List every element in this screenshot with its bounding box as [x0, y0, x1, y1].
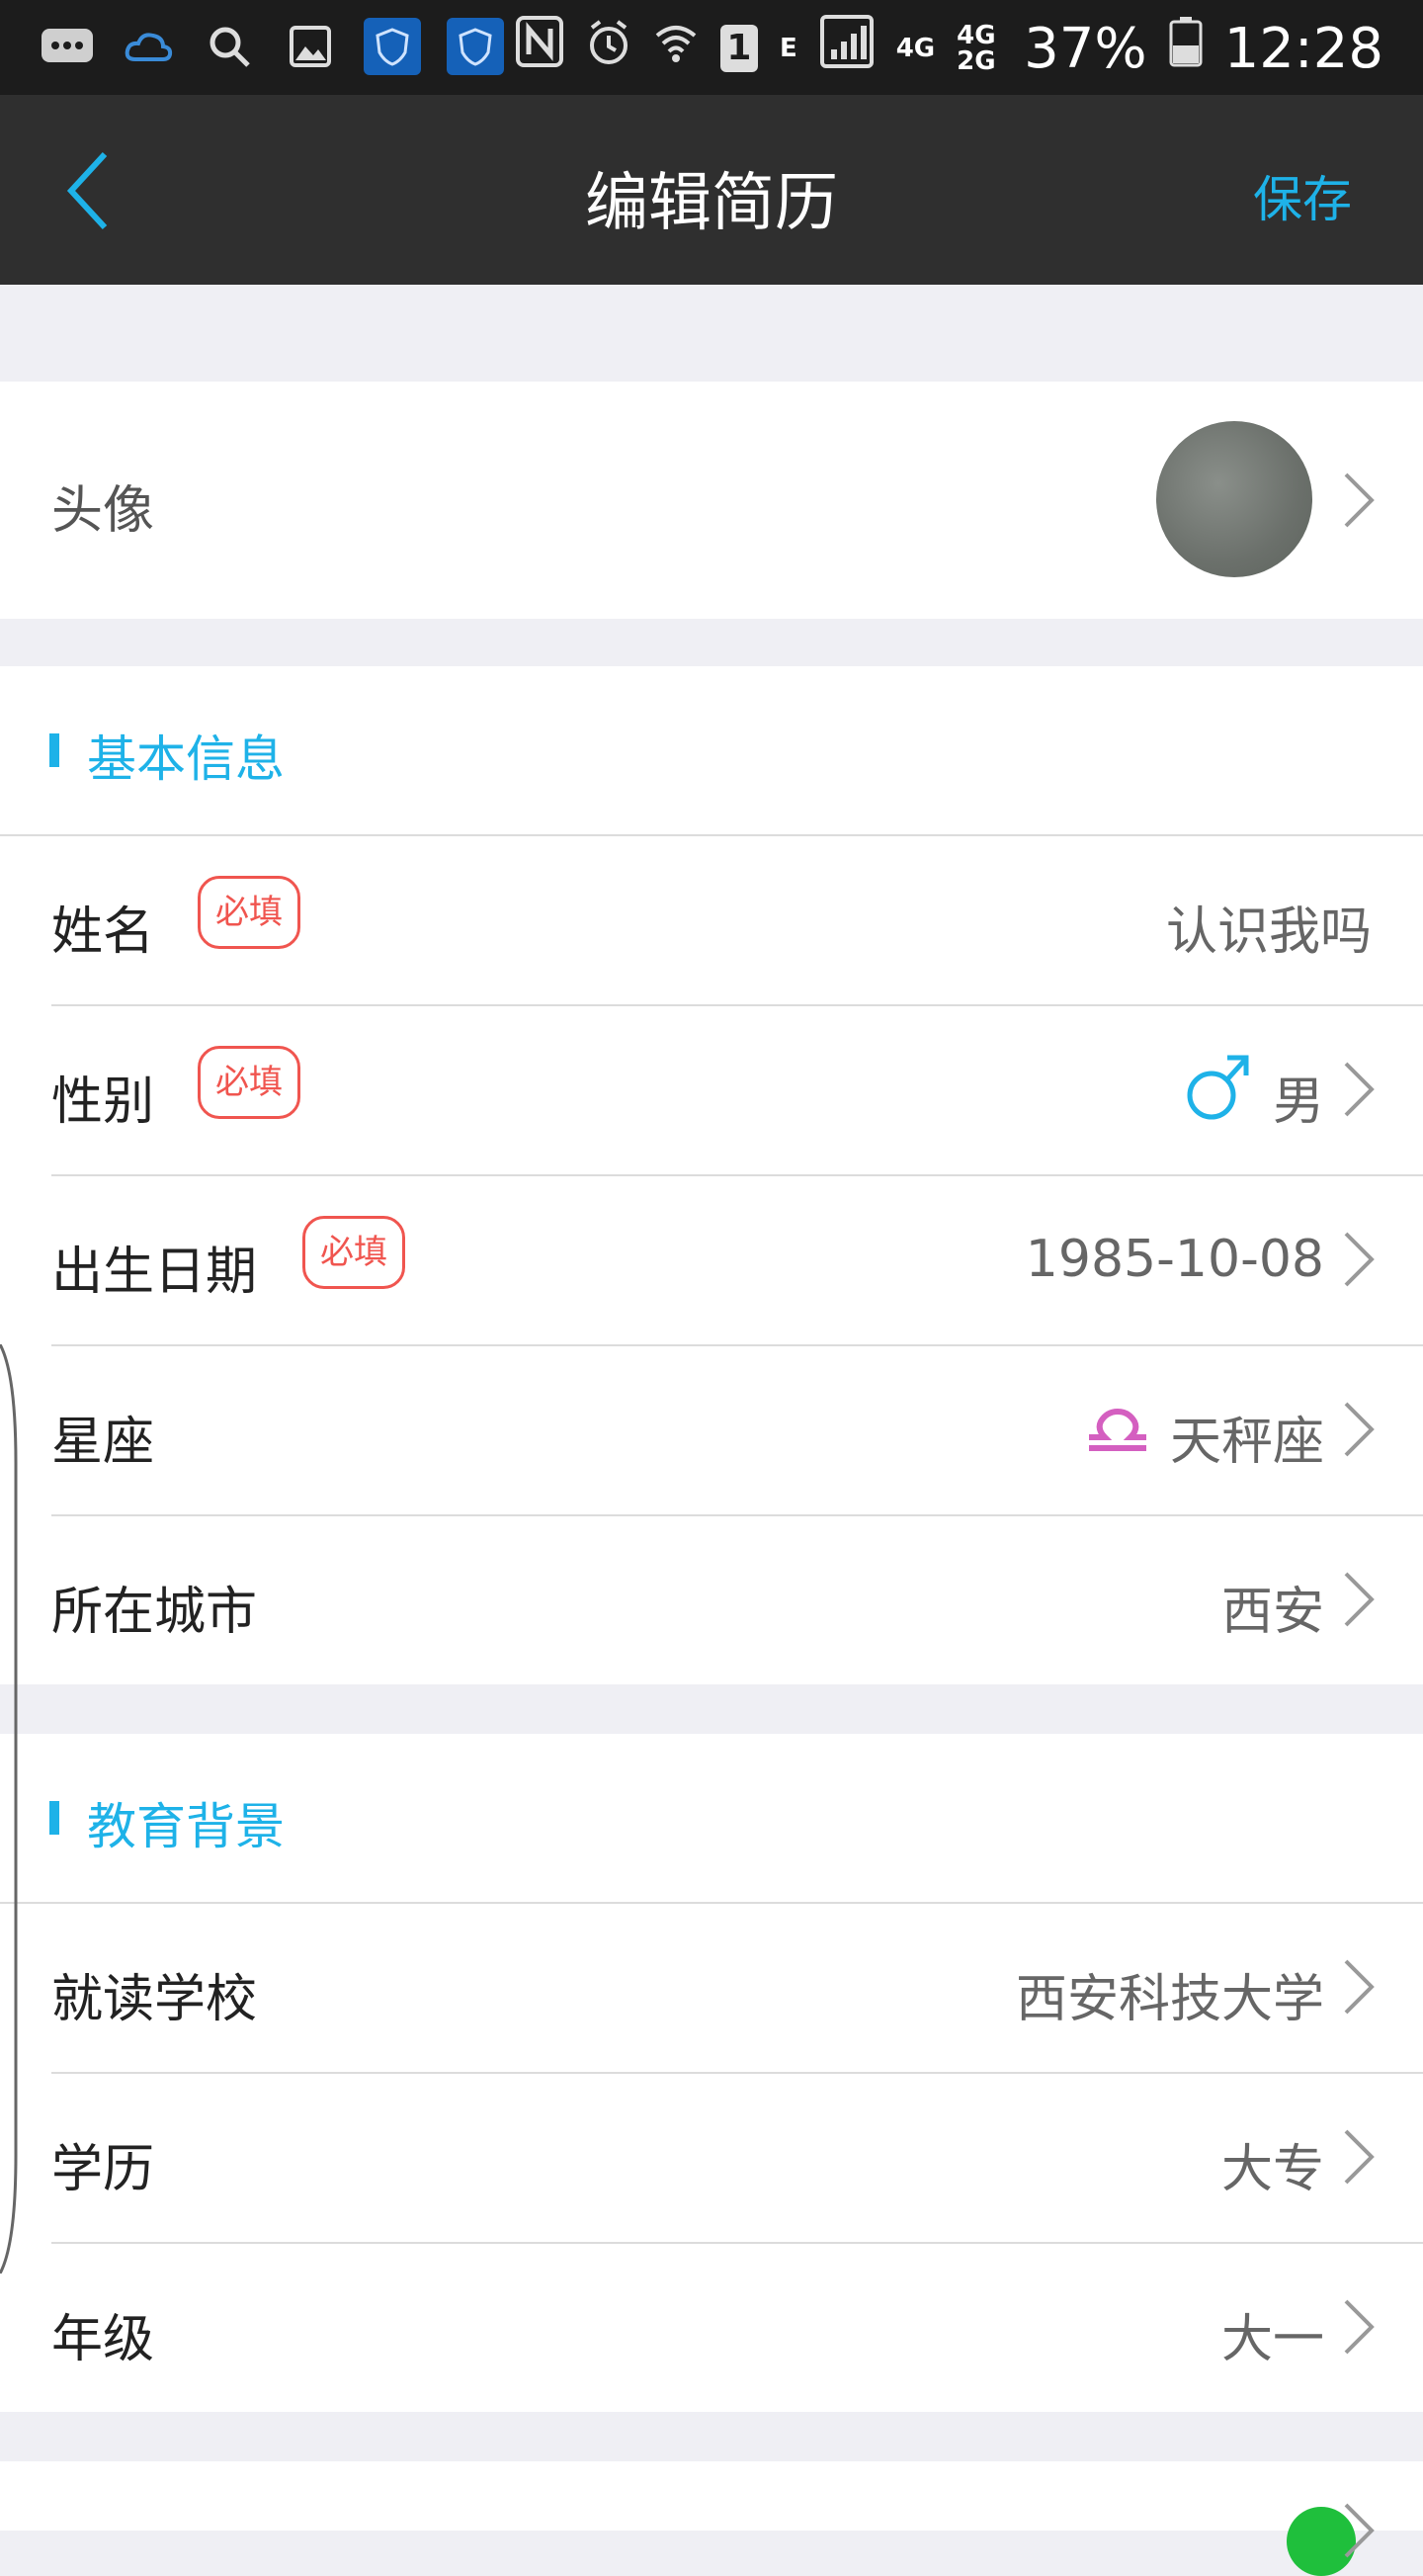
cloud-icon: [121, 19, 176, 74]
name-row[interactable]: 姓名 必填 认识我吗: [0, 836, 1423, 1004]
libra-zodiac-icon: [1089, 1408, 1146, 1451]
shield-app-icon-2: [447, 18, 504, 75]
status-bar: 1 E 4G 4G 2G 37% 12:28: [0, 0, 1423, 95]
chevron-right-icon: [1344, 1959, 1375, 2015]
degree-label: 学历: [51, 2140, 155, 2199]
edge-overlay-handle[interactable]: [0, 1344, 20, 2274]
signal-icon: [819, 14, 875, 83]
save-button[interactable]: 保存: [1253, 160, 1352, 231]
clock: 12:28: [1223, 16, 1383, 81]
grade-row[interactable]: 年级 大一: [0, 2244, 1423, 2412]
network-4g2g-label: 4G 2G: [957, 21, 996, 76]
city-value: 西安: [1220, 1583, 1324, 1642]
chevron-right-icon: [1344, 2129, 1375, 2185]
wifi-icon: [653, 17, 699, 81]
zodiac-row[interactable]: 星座 天秤座: [0, 1346, 1423, 1514]
chevron-right-icon: [1344, 472, 1375, 528]
school-label: 就读学校: [51, 1970, 258, 2029]
birthdate-value: 1985-10-08: [1025, 1230, 1324, 1289]
name-value[interactable]: 认识我吗: [1166, 890, 1372, 964]
avatar-row[interactable]: 头像: [0, 382, 1423, 619]
battery-icon: [1169, 16, 1203, 81]
gender-value: 男: [1272, 1073, 1324, 1132]
city-row[interactable]: 所在城市 西安: [0, 1516, 1423, 1684]
degree-value: 大专: [1220, 2140, 1324, 2199]
zodiac-value: 天秤座: [1169, 1413, 1324, 1472]
sim-icon: 1: [719, 25, 758, 72]
gender-row[interactable]: 性别 必填 男: [0, 1006, 1423, 1174]
chevron-right-icon: [1344, 1062, 1375, 1117]
section-accent-bar: [49, 1801, 59, 1835]
section-accent-bar: [49, 733, 59, 767]
section-title-education: 教育背景: [87, 1798, 285, 1855]
page-title: 编辑简历: [585, 167, 838, 240]
male-symbol-icon: [1187, 1055, 1249, 1120]
network-e-label: E: [779, 34, 797, 63]
required-badge: 必填: [302, 1216, 405, 1289]
avatar[interactable]: [1156, 421, 1312, 577]
avatar-label: 头像: [51, 481, 155, 541]
gender-label: 性别: [51, 1073, 155, 1132]
status-notification-icons: [40, 18, 504, 75]
section-title-basic-info: 基本信息: [87, 730, 285, 788]
required-badge: 必填: [198, 876, 300, 949]
network-4g-label: 4G: [895, 34, 936, 63]
status-system-icons: 1 E 4G 4G 2G 37% 12:28: [515, 14, 1383, 83]
chevron-right-icon: [1344, 1572, 1375, 1627]
nav-bar: 编辑简历 保存: [0, 95, 1423, 285]
battery-percent: 37%: [1024, 16, 1147, 81]
shield-app-icon: [364, 18, 421, 75]
nfc-icon: [515, 15, 564, 82]
chevron-right-icon: [1344, 1402, 1375, 1457]
chevron-right-icon: [1344, 2299, 1375, 2355]
next-section-partial: [0, 2461, 1423, 2576]
grade-label: 年级: [51, 2310, 155, 2369]
birthdate-row[interactable]: 出生日期 必填 1985-10-08: [0, 1176, 1423, 1344]
search-icon: [202, 19, 257, 74]
alarm-icon: [586, 17, 631, 81]
degree-row[interactable]: 学历 大专: [0, 2074, 1423, 2242]
school-value: 西安科技大学: [1015, 1970, 1324, 2029]
zodiac-label: 星座: [51, 1413, 155, 1472]
required-badge: 必填: [198, 1046, 300, 1119]
grade-value: 大一: [1220, 2310, 1324, 2369]
name-label: 姓名: [51, 902, 155, 962]
basic-info-section: 基本信息 姓名 必填 认识我吗 性别 必填 男 出生日期 必填 1985-10-…: [0, 666, 1423, 1684]
message-icon: [40, 19, 95, 74]
image-icon: [283, 19, 338, 74]
birthdate-label: 出生日期: [51, 1243, 258, 1302]
chevron-right-icon: [1344, 2503, 1375, 2558]
education-section: 教育背景 就读学校 西安科技大学 学历 大专 年级 大一: [0, 1734, 1423, 2412]
chevron-right-icon: [1344, 1232, 1375, 1287]
city-label: 所在城市: [51, 1583, 258, 1642]
school-row[interactable]: 就读学校 西安科技大学: [0, 1904, 1423, 2072]
